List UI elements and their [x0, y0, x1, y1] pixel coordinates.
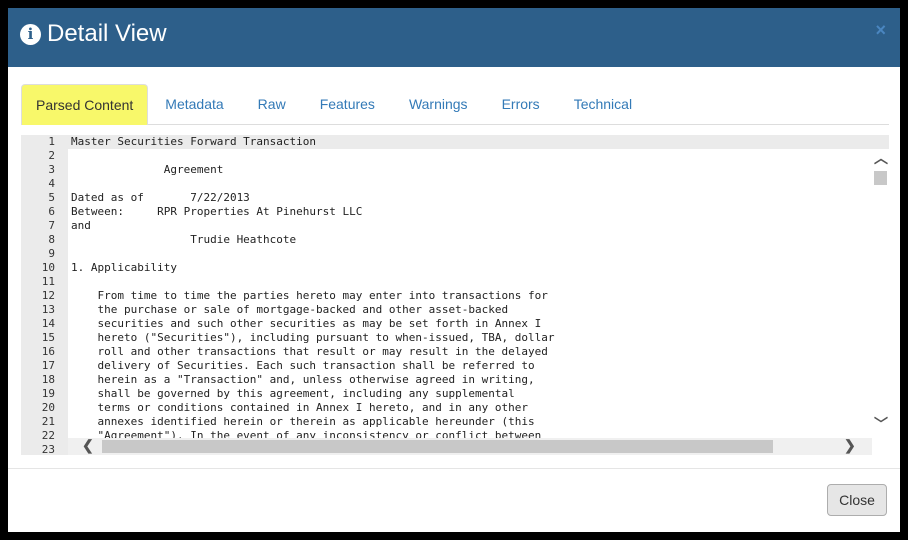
line-text: From time to time the parties hereto may… — [71, 289, 548, 302]
line-number: 17 — [21, 359, 68, 373]
code-line: 4 — [21, 177, 889, 191]
code-line: 11 — [21, 275, 889, 289]
code-line: 18 herein as a "Transaction" and, unless… — [21, 373, 889, 387]
line-text: securities and such other securities as … — [71, 317, 542, 330]
line-number: 14 — [21, 317, 68, 331]
code-line: 6 Between: RPR Properties At Pinehurst LL… — [21, 205, 889, 219]
line-number: 9 — [21, 247, 68, 261]
line-text: roll and other transactions that result … — [71, 345, 548, 358]
vertical-scrollbar[interactable]: ︿ ﹀ — [872, 149, 889, 438]
code-line: 3 Agreement — [21, 163, 889, 177]
info-icon: i — [20, 23, 41, 45]
code-line: 10 1. Applicability — [21, 261, 889, 275]
line-number: 7 — [21, 219, 68, 233]
tab-warnings[interactable]: Warnings — [392, 84, 485, 124]
code-line: 19 shall be governed by this agreement, … — [21, 387, 889, 401]
code-line: 13 the purchase or sale of mortgage-back… — [21, 303, 889, 317]
tab-technical[interactable]: Technical — [557, 84, 649, 124]
code-line: 9 — [21, 247, 889, 261]
line-number: 5 — [21, 191, 68, 205]
line-text: Between: RPR Properties At Pinehurst LLC — [71, 205, 363, 218]
line-text: annexes identified herein or therein as … — [71, 415, 535, 428]
code-line: 7 and — [21, 219, 889, 233]
detail-modal: i Detail View × Parsed Content Metadata Ra… — [8, 8, 900, 532]
line-number: 4 — [21, 177, 68, 191]
code-line: 20 terms or conditions contained in Anne… — [21, 401, 889, 415]
line-number: 2 — [21, 149, 68, 163]
line-text: terms or conditions contained in Annex I… — [71, 401, 528, 414]
modal-header: i Detail View × — [8, 8, 900, 67]
scroll-down-icon[interactable]: ﹀ — [874, 414, 888, 434]
line-number: 20 — [21, 401, 68, 415]
line-number: 1 — [21, 135, 68, 149]
line-number: 22 — [21, 429, 68, 443]
code-line: 15 hereto ("Securities"), including purs… — [21, 331, 889, 345]
line-text — [68, 149, 71, 163]
code-line: 5 Dated as of 7/22/2013 — [21, 191, 889, 205]
line-number: 12 — [21, 289, 68, 303]
code-line: 21 annexes identified herein or therein … — [21, 415, 889, 429]
line-text: hereto ("Securities"), including pursuan… — [71, 331, 555, 344]
line-number: 23 — [21, 443, 68, 455]
code-editor[interactable]: 1 Master Securities Forward Transaction 2 3… — [21, 135, 889, 455]
code-line: 17 delivery of Securities. Each such tra… — [21, 359, 889, 373]
line-number: 18 — [21, 373, 68, 387]
line-text: Dated as of 7/22/2013 — [71, 191, 250, 204]
tab-errors[interactable]: Errors — [485, 84, 557, 124]
code-line: 1 Master Securities Forward Transaction — [21, 135, 889, 149]
line-number: 8 — [21, 233, 68, 247]
code-line: 12 From time to time the parties hereto … — [21, 289, 889, 303]
line-text: shall be governed by this agreement, inc… — [71, 387, 515, 400]
line-number: 11 — [21, 275, 68, 289]
horizontal-scrollbar[interactable]: ❮ ❯ — [68, 437, 872, 455]
tab-metadata[interactable]: Metadata — [148, 84, 240, 124]
scroll-left-icon[interactable]: ❮ — [82, 437, 94, 454]
tab-bar: Parsed Content Metadata Raw Features Warning… — [21, 84, 889, 125]
line-number: 13 — [21, 303, 68, 317]
vertical-scroll-thumb[interactable] — [874, 171, 887, 185]
line-text — [68, 177, 71, 191]
modal-title: i Detail View — [20, 20, 167, 48]
line-text: 1. Applicability — [71, 261, 177, 274]
line-text — [68, 275, 71, 289]
code-line: 14 securities and such other securities … — [21, 317, 889, 331]
line-text: Master Securities Forward Transaction — [71, 135, 317, 148]
line-text: Agreement — [71, 163, 224, 176]
line-number: 15 — [21, 331, 68, 345]
line-text: delivery of Securities. Each such transa… — [71, 359, 535, 372]
code-line: 8 Trudie Heathcote — [21, 233, 889, 247]
line-text: the purchase or sale of mortgage-backed … — [71, 303, 509, 316]
tab-features[interactable]: Features — [303, 84, 392, 124]
line-number: 3 — [21, 163, 68, 177]
line-number: 19 — [21, 387, 68, 401]
code-line: 2 — [21, 149, 889, 163]
line-text — [68, 247, 71, 261]
horizontal-scroll-thumb[interactable] — [102, 440, 773, 453]
close-button[interactable]: Close — [827, 484, 887, 516]
scroll-right-icon[interactable]: ❯ — [844, 437, 856, 454]
tab-raw[interactable]: Raw — [241, 84, 303, 124]
tab-parsed-content[interactable]: Parsed Content — [21, 84, 149, 125]
modal-title-text: Detail View — [47, 20, 167, 47]
close-icon[interactable]: × — [875, 20, 886, 41]
line-number: 21 — [21, 415, 68, 429]
line-number: 16 — [21, 345, 68, 359]
code-line: 16 roll and other transactions that resu… — [21, 345, 889, 359]
line-text: Trudie Heathcote — [71, 233, 297, 246]
line-text: and — [71, 219, 91, 232]
line-number: 10 — [21, 261, 68, 275]
line-text: herein as a "Transaction" and, unless ot… — [71, 373, 535, 386]
scroll-up-icon[interactable]: ︿ — [874, 148, 888, 168]
footer-divider — [8, 468, 900, 469]
line-number: 6 — [21, 205, 68, 219]
